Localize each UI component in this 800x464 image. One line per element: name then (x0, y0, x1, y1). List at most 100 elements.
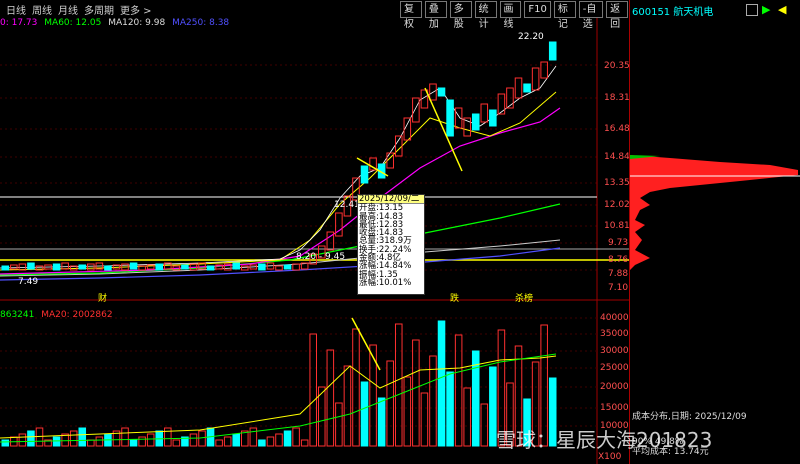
volume-bar (266, 436, 275, 447)
candle (292, 263, 300, 271)
candle (548, 41, 557, 61)
candle (27, 262, 35, 270)
volume-tick: 40000 (600, 313, 629, 323)
watermark: 雪球：星辰大海201823 (496, 428, 713, 452)
price-tick: 14.84 (604, 152, 630, 162)
volume-bar (189, 433, 198, 447)
vol-ma5: 863241 (0, 310, 35, 320)
candle (275, 265, 283, 271)
price-tick: 20.35 (604, 61, 630, 71)
volume-bar (258, 439, 266, 447)
expand-icon[interactable]: ◀ (778, 3, 786, 16)
candle (241, 265, 249, 271)
drop-marker: 跌 (450, 294, 460, 304)
candle (52, 263, 61, 271)
volume-bar (1, 439, 10, 447)
volume-unit: X100 (598, 452, 622, 462)
draw-line-button[interactable]: 画线 (499, 1, 522, 30)
range-label: 8.20 - 9.45 (296, 252, 346, 262)
volume-bar (172, 439, 181, 447)
volume-tick: 30000 (600, 346, 629, 356)
candle (412, 97, 420, 123)
volume-indicator-line: 863241 MA20: 2002862 (0, 310, 113, 320)
volume-bar (129, 439, 138, 447)
volume-bar (300, 439, 309, 447)
volume-bar (52, 436, 61, 447)
volume-bar (386, 360, 394, 447)
price-tick: 10.81 (604, 221, 630, 231)
candle (258, 263, 266, 271)
volume-bar (27, 430, 35, 447)
volume-bar (437, 320, 446, 447)
volume-bar (223, 436, 232, 447)
volume-bar (412, 339, 420, 447)
volume-bar (138, 436, 146, 447)
candle (437, 87, 446, 97)
tab-multi-period[interactable]: 多周期 (84, 2, 114, 17)
volume-bar (78, 427, 87, 447)
volume-bar (275, 433, 283, 447)
candle (181, 264, 189, 270)
candle (497, 93, 506, 115)
candle (480, 103, 489, 123)
f10-button[interactable]: F10 (524, 1, 551, 18)
volume-bar (283, 430, 292, 447)
candle (87, 263, 95, 271)
candle (232, 262, 241, 270)
remove-watchlist-button[interactable]: -自选 (578, 1, 604, 30)
overlay-button[interactable]: 叠加 (424, 1, 447, 30)
volume-bar (249, 427, 258, 447)
candlesticks (1, 41, 557, 271)
kline-chart[interactable] (0, 18, 629, 464)
finance-marker: 财 (98, 294, 108, 304)
volume-bar (146, 433, 155, 447)
price-tick: 8.76 (608, 255, 629, 265)
candle (10, 264, 18, 270)
price-tick: 12.02 (604, 200, 630, 210)
tab-weekly[interactable]: 周线 (32, 2, 52, 17)
vol-ma20: MA20: 2002862 (41, 310, 113, 320)
volume-bar (394, 323, 403, 447)
toggle-icon[interactable]: ▶ (762, 3, 770, 16)
candle (61, 262, 69, 270)
adjust-button[interactable]: 复权 (400, 1, 422, 30)
tab-more[interactable]: 更多 > (120, 2, 152, 17)
mark-button[interactable]: 标记 (553, 1, 576, 30)
candle (360, 165, 369, 184)
candle (104, 265, 112, 271)
candle (514, 77, 523, 99)
candle (540, 61, 548, 79)
volume-bar (95, 436, 104, 447)
price-tick: 9.73 (608, 238, 629, 248)
stats-button[interactable]: 统计 (474, 1, 497, 30)
period-tabs: 日线 周线 月线 多周期 更多 > (0, 0, 400, 18)
candle (1, 265, 10, 271)
stock-title: 600151 航天机电 (632, 3, 713, 18)
volume-tick: 25000 (600, 363, 629, 373)
tab-monthly[interactable]: 月线 (58, 2, 78, 17)
volume-bar (121, 427, 129, 447)
tab-daily[interactable]: 日线 (6, 2, 26, 17)
chip-distribution-chart (630, 155, 800, 270)
volume-tick: 20000 (600, 382, 629, 392)
volume-tick: 35000 (600, 329, 629, 339)
price-tick: 7.88 (608, 269, 629, 279)
volume-bar (87, 439, 95, 447)
volume-bar (18, 433, 27, 447)
volume-bar (292, 427, 300, 447)
volume-bar (343, 365, 352, 447)
volume-bar (360, 381, 369, 447)
volume-bar (454, 334, 463, 447)
volume-bar (463, 387, 471, 447)
high-price-label: 22.20 (518, 32, 544, 42)
candle (283, 264, 292, 270)
multi-stock-button[interactable]: 多股 (449, 1, 472, 30)
volume-bar (335, 402, 343, 447)
stock-name: 航天机电 (673, 7, 714, 18)
candle (446, 99, 454, 137)
volume-bar (232, 433, 241, 447)
window-icon[interactable] (746, 4, 758, 16)
candle (78, 264, 87, 270)
back-button[interactable]: 返回 (606, 1, 628, 30)
price-tick: 7.10 (608, 283, 629, 293)
